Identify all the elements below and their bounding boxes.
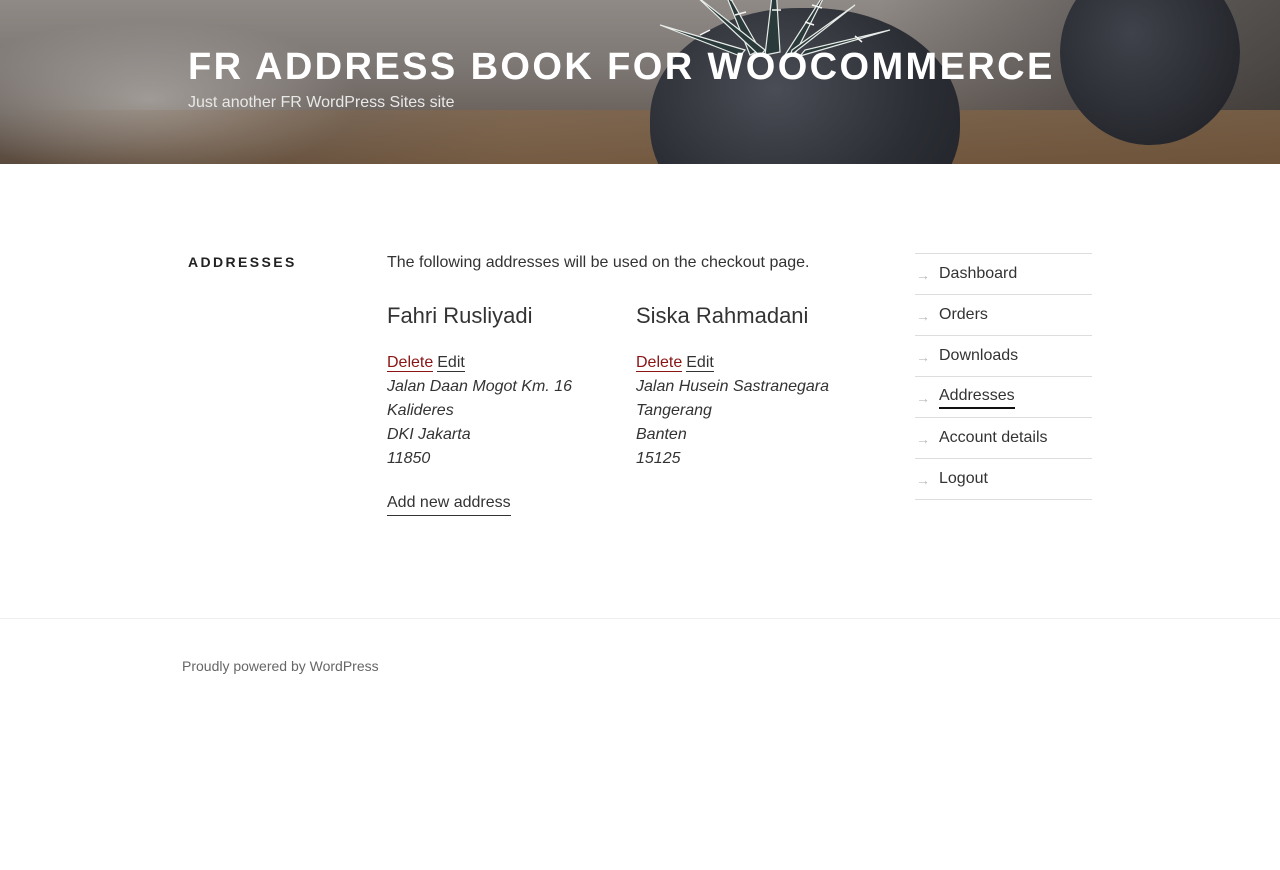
- nav-item-account-details[interactable]: → Account details: [915, 418, 1092, 459]
- nav-item-downloads[interactable]: → Downloads: [915, 336, 1092, 377]
- address-state: DKI Jakarta: [387, 426, 471, 443]
- arrow-right-icon: →: [916, 431, 930, 447]
- edit-address-link[interactable]: Edit: [437, 354, 465, 372]
- arrow-right-icon: →: [916, 308, 930, 324]
- nav-item-logout[interactable]: → Logout: [915, 459, 1092, 500]
- add-new-address-link[interactable]: Add new address: [387, 491, 511, 516]
- footer-divider: [0, 618, 1280, 619]
- arrow-right-icon: →: [916, 390, 930, 406]
- address-street: Jalan Daan Mogot Km. 16: [387, 378, 572, 395]
- delete-address-link[interactable]: Delete: [636, 354, 683, 372]
- nav-link-dashboard[interactable]: Dashboard: [939, 262, 1017, 286]
- address-city: Kalideres: [387, 402, 454, 419]
- address-actions: Delete Edit: [387, 351, 627, 375]
- address-card: Fahri Rusliyadi Delete Edit Jalan Daan Mo…: [387, 302, 627, 471]
- nav-link-account-details[interactable]: Account details: [939, 426, 1048, 450]
- address-name: Siska Rahmadani: [636, 303, 809, 328]
- nav-item-dashboard[interactable]: → Dashboard: [915, 254, 1092, 295]
- nav-item-orders[interactable]: → Orders: [915, 295, 1092, 336]
- address-card: Siska Rahmadani Delete Edit Jalan Husein …: [636, 302, 876, 471]
- account-navigation: → Dashboard → Orders → Downloads → Addre…: [915, 253, 1092, 500]
- arrow-right-icon: →: [916, 267, 930, 283]
- address-name: Fahri Rusliyadi: [387, 303, 533, 328]
- nav-item-addresses[interactable]: → Addresses: [915, 377, 1092, 418]
- arrow-right-icon: →: [916, 349, 930, 365]
- edit-address-link[interactable]: Edit: [686, 354, 714, 372]
- nav-link-addresses[interactable]: Addresses: [939, 385, 1015, 409]
- arrow-right-icon: →: [916, 472, 930, 488]
- delete-address-link[interactable]: Delete: [387, 354, 434, 372]
- nav-link-logout[interactable]: Logout: [939, 467, 988, 491]
- footer-credit-link[interactable]: Proudly powered by WordPress: [182, 658, 379, 674]
- page-title: ADDRESSES: [188, 254, 297, 270]
- address-city: Tangerang: [636, 402, 712, 419]
- address-postcode: 11850: [387, 450, 431, 467]
- address-state: Banten: [636, 426, 687, 443]
- nav-link-downloads[interactable]: Downloads: [939, 344, 1018, 368]
- address-street: Jalan Husein Sastranegara: [636, 378, 830, 395]
- site-description: Just another FR WordPress Sites site: [188, 94, 455, 111]
- address-actions: Delete Edit: [636, 351, 876, 375]
- address-postcode: 15125: [636, 450, 681, 467]
- site-title[interactable]: FR ADDRESS BOOK FOR WOOCOMMERCE: [188, 46, 1055, 89]
- nav-link-orders[interactable]: Orders: [939, 303, 988, 327]
- addresses-intro: The following addresses will be used on …: [387, 254, 810, 271]
- site-header: FR ADDRESS BOOK FOR WOOCOMMERCE Just ano…: [0, 0, 1280, 164]
